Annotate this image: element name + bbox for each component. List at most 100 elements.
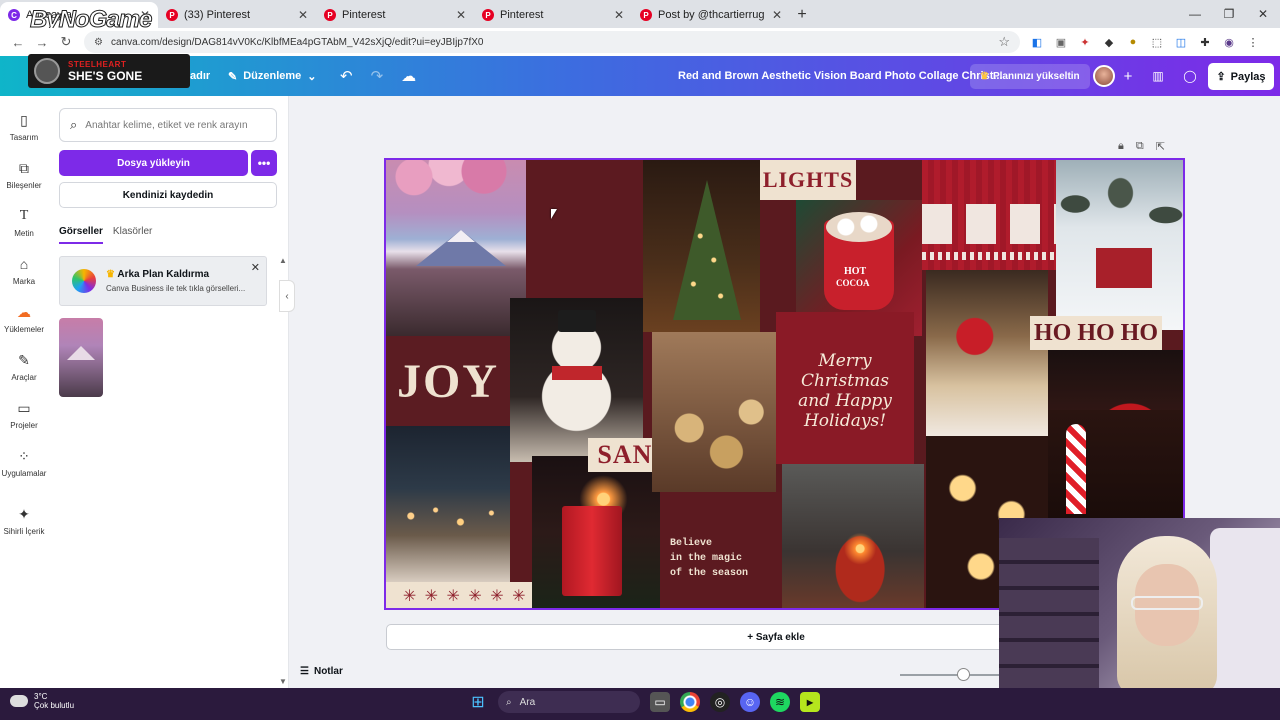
zoom-slider[interactable] <box>900 674 1000 676</box>
bookmark-star-icon[interactable]: ☆ <box>998 34 1010 50</box>
extension-icon[interactable]: ✦ <box>1076 33 1094 51</box>
uploaded-image-thumbnail[interactable] <box>59 318 103 397</box>
upload-files-button[interactable]: Dosya yükleyin <box>59 150 248 176</box>
browser-tab[interactable]: P Pinterest ✕ <box>474 2 632 28</box>
more-options-button[interactable]: ••• <box>251 150 277 176</box>
tab-folders[interactable]: Klasörler <box>113 226 152 244</box>
tab-images[interactable]: Görseller <box>59 226 103 244</box>
rail-item-projects[interactable]: ▭ Projeler <box>0 400 48 430</box>
close-tab-icon[interactable]: ✕ <box>772 8 782 22</box>
record-yourself-button[interactable]: Kendinizi kaydedin <box>59 182 277 208</box>
user-avatar[interactable] <box>1093 65 1115 87</box>
add-page-icon[interactable]: ⇱ <box>1156 140 1165 153</box>
mountain-snow <box>447 230 475 242</box>
browser-tab[interactable]: P Pinterest ✕ <box>316 2 474 28</box>
snowy-cabin-photo[interactable] <box>1056 160 1183 330</box>
jar-candle-photo[interactable] <box>782 464 924 608</box>
scroll-down-arrow[interactable]: ▼ <box>279 677 287 686</box>
back-arrow-icon[interactable]: ← <box>6 30 30 54</box>
notes-button[interactable]: ☰ Notlar <box>300 666 343 677</box>
comment-icon[interactable]: ◯ <box>1180 66 1200 86</box>
resize-menu[interactable]: adır <box>190 56 210 96</box>
upgrade-plan-button[interactable]: ♛ Planınızı yükseltin <box>970 64 1090 89</box>
snowy-village-photo[interactable] <box>386 426 510 582</box>
new-tab-button[interactable]: + <box>790 2 814 28</box>
extension-icon[interactable]: ▣ <box>1052 33 1070 51</box>
cam-glasses <box>1131 596 1203 610</box>
now-playing-artist: STEELHEART <box>68 59 127 69</box>
bow-hair-photo[interactable] <box>926 270 1048 436</box>
believe-panel[interactable]: Believe in the magic of the season <box>660 492 782 608</box>
share-button[interactable]: ⇪ Paylaş <box>1208 63 1274 90</box>
christmas-tree-photo[interactable] <box>643 160 760 332</box>
zoom-slider-handle[interactable] <box>957 668 970 681</box>
weather-widget[interactable]: 3°C Çok bulutlu <box>10 692 74 710</box>
live-app-icon[interactable]: ▶ <box>800 692 820 712</box>
lights-label[interactable]: LIGHTS <box>760 160 856 200</box>
minimize-button[interactable]: — <box>1178 0 1212 28</box>
collapse-panel-button[interactable]: ‹ <box>279 280 295 312</box>
restore-button[interactable]: ❐ <box>1212 0 1246 28</box>
knit-sweater-photo[interactable] <box>922 160 1056 270</box>
extension-icon[interactable]: ⬚ <box>1148 33 1166 51</box>
fuji-sakura-photo[interactable] <box>386 160 526 336</box>
knit-border <box>922 252 1056 260</box>
close-icon[interactable]: ✕ <box>251 261 260 274</box>
extension-icon[interactable]: ◫ <box>1172 33 1190 51</box>
profile-icon[interactable]: ◉ <box>1220 33 1238 51</box>
reload-icon[interactable]: ↻ <box>54 30 78 54</box>
notes-label: Notlar <box>313 666 343 677</box>
rail-item-text[interactable]: T Metin <box>0 208 48 238</box>
address-bar[interactable]: ⚙ canva.com/design/DAG814vV0Kc/KlbfMEa4p… <box>84 31 1020 53</box>
scroll-up-arrow[interactable]: ▲ <box>279 256 287 265</box>
chrome-icon[interactable] <box>680 692 700 712</box>
forward-arrow-icon[interactable]: → <box>30 30 54 54</box>
bg-remover-promo[interactable]: ♛ Arka Plan Kaldırma Canva Business ile … <box>59 256 267 306</box>
rail-item-magic[interactable]: ✦ Sihirli İçerik <box>0 506 48 536</box>
windows-start-icon[interactable]: ⊞ <box>468 692 488 712</box>
rail-item-design[interactable]: ▯ Tasarım <box>0 112 48 142</box>
browser-tab[interactable]: P (33) Pinterest ✕ <box>158 2 316 28</box>
extension-icon[interactable]: ● <box>1124 33 1142 51</box>
add-collaborator-icon[interactable]: + <box>1118 66 1138 86</box>
file-explorer-icon[interactable]: ▭ <box>650 692 670 712</box>
rail-item-tools[interactable]: ✎ Araçlar <box>0 352 48 382</box>
obs-icon[interactable]: ◎ <box>710 692 730 712</box>
browser-tab[interactable]: P Post by @thcartierrug · 1 image ✕ <box>632 2 790 28</box>
candle-photo[interactable] <box>532 456 662 608</box>
taskbar-search[interactable]: ⌕ Ara <box>498 691 640 713</box>
translate-icon[interactable]: ◧ <box>1028 33 1046 51</box>
edit-mode-dropdown[interactable]: ✎ Düzenleme ⌄ <box>228 56 317 96</box>
lock-icon[interactable]: 🔒︎ <box>1118 140 1124 153</box>
discord-icon[interactable]: ☺ <box>740 692 760 712</box>
design-title[interactable]: Red and Brown Aesthetic Vision Board Pho… <box>678 56 1003 96</box>
maroon-block[interactable] <box>526 160 643 298</box>
close-tab-icon[interactable]: ✕ <box>298 8 308 22</box>
redo-icon[interactable]: ↷ <box>371 67 384 85</box>
cloud-save-icon[interactable]: ☁ <box>401 67 416 85</box>
undo-icon[interactable]: ↶ <box>340 67 353 85</box>
rail-item-brand[interactable]: ⌂ Marka <box>0 256 48 286</box>
joy-panel[interactable]: JOY <box>386 336 510 426</box>
duplicate-page-icon[interactable]: ⧉ <box>1136 140 1144 153</box>
candy-cane-photo[interactable] <box>1048 410 1183 520</box>
webcam-overlay <box>999 518 1280 688</box>
ho-ho-ho-label[interactable]: HO HO HO <box>1030 316 1162 350</box>
rail-item-apps[interactable]: ⁘ Uygulamalar <box>0 448 48 478</box>
close-window-button[interactable]: ✕ <box>1246 0 1280 28</box>
rail-item-uploads[interactable]: ☁ Yüklemeler <box>0 304 48 334</box>
close-tab-icon[interactable]: ✕ <box>614 8 624 22</box>
site-info-icon[interactable]: ⚙ <box>94 37 103 48</box>
merry-christmas-panel[interactable]: Merry Christmas and Happy Holidays! <box>776 312 914 464</box>
taskbar-search-placeholder: Ara <box>519 696 536 708</box>
rail-item-elements[interactable]: ⧉ Bileşenler <box>0 160 48 190</box>
spotify-icon[interactable]: ≋ <box>770 692 790 712</box>
menu-dots-icon[interactable]: ⋮ <box>1244 33 1262 51</box>
joy-text: JOY <box>397 354 499 408</box>
insights-icon[interactable]: ▥ <box>1148 66 1168 86</box>
extension-icon[interactable]: ◆ <box>1100 33 1118 51</box>
close-tab-icon[interactable]: ✕ <box>456 8 466 22</box>
ornaments-photo[interactable] <box>652 332 776 492</box>
puzzle-icon[interactable]: ✚ <box>1196 33 1214 51</box>
search-input[interactable]: ⌕ Anahtar kelime, etiket ve renk arayın <box>59 108 277 142</box>
